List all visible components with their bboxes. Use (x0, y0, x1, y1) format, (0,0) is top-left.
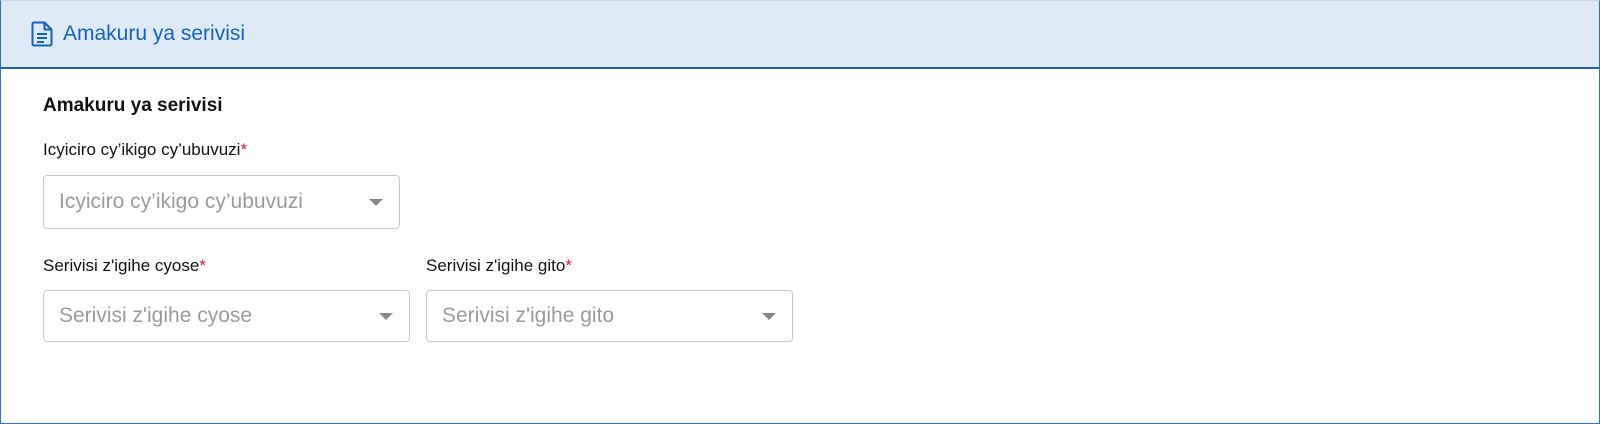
panel-title: Amakuru ya serivisi (63, 22, 246, 45)
chevron-down-icon (369, 199, 383, 206)
facility-category-select[interactable]: Icyiciro cy’ikigo cy’ubuvuzi (43, 175, 400, 229)
section-title: Amakuru ya serivisi (43, 95, 223, 116)
chevron-down-icon (762, 313, 776, 320)
short-term-services-placeholder: Serivisi z'igihe gito (442, 304, 615, 327)
panel-body: Amakuru ya serivisi Icyiciro cy’ikigo cy… (1, 69, 1599, 342)
panel-header: Amakuru ya serivisi (1, 1, 1599, 69)
long-term-services-label-text: Serivisi z'igihe cyose (43, 256, 200, 275)
facility-category-field: Icyiciro cy’ikigo cy’ubuvuzi* Icyiciro c… (43, 140, 1599, 229)
long-term-services-placeholder: Serivisi z'igihe cyose (59, 304, 253, 327)
short-term-services-label-text: Serivisi z'igihe gito (426, 256, 566, 275)
required-marker: * (240, 140, 248, 159)
required-marker: * (199, 256, 206, 275)
facility-category-placeholder: Icyiciro cy’ikigo cy’ubuvuzi (59, 190, 303, 213)
services-row: Serivisi z'igihe cyose* Serivisi z'igihe… (43, 256, 1599, 342)
long-term-services-label: Serivisi z'igihe cyose* (43, 256, 410, 276)
facility-category-label-text: Icyiciro cy’ikigo cy’ubuvuzi (43, 140, 241, 159)
chevron-down-icon (379, 313, 393, 320)
required-marker: * (565, 256, 572, 275)
facility-category-label: Icyiciro cy’ikigo cy’ubuvuzi* (43, 140, 1599, 160)
long-term-services-field: Serivisi z'igihe cyose* Serivisi z'igihe… (43, 256, 410, 342)
document-icon (31, 21, 55, 47)
service-info-panel: Amakuru ya serivisi Amakuru ya serivisi … (0, 0, 1600, 424)
long-term-services-select[interactable]: Serivisi z'igihe cyose (43, 290, 410, 342)
short-term-services-select[interactable]: Serivisi z'igihe gito (426, 290, 793, 342)
short-term-services-label: Serivisi z'igihe gito* (426, 256, 793, 276)
short-term-services-field: Serivisi z'igihe gito* Serivisi z'igihe … (426, 256, 793, 342)
